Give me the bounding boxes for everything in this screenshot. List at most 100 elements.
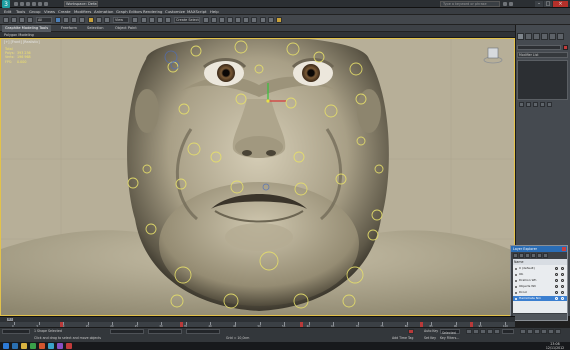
pan-icon[interactable] [541,329,547,334]
animation-key[interactable] [420,322,423,327]
modifier-list-dropdown[interactable]: Modifier List [517,52,568,58]
mirror-button[interactable] [203,17,209,23]
menu-maxscript[interactable]: MAXScript [187,8,207,15]
scale-button[interactable] [104,17,110,23]
menu-create[interactable]: Create [58,8,71,15]
system-clock[interactable]: 23:08 12/11/2012 [542,342,568,350]
new-file-icon[interactable] [14,2,18,6]
minimize-button[interactable]: – [535,1,543,7]
maximize-viewport-icon[interactable] [555,329,561,334]
animation-key[interactable] [470,322,473,327]
new-layer-icon[interactable] [513,253,518,258]
close-button[interactable]: × [553,1,568,7]
layer-row[interactable]: Objects Wh [513,284,567,289]
material-editor-button[interactable] [251,17,257,23]
freeze-icon[interactable] [561,273,564,276]
add-to-layer-icon[interactable] [525,253,530,258]
play-icon[interactable] [480,329,486,334]
viewport-label[interactable]: [+] [Front] [Realistic] [4,40,40,44]
go-to-start-icon[interactable] [466,329,472,334]
auto-key-label[interactable]: Auto Key [424,329,438,333]
layer-explorer-title[interactable]: Layer Explorer [511,246,567,252]
coord-y-field[interactable] [148,329,182,334]
tab-freeform[interactable]: Freeform [58,25,80,32]
link-button[interactable] [19,17,25,23]
select-object-button[interactable] [55,17,61,23]
tab-selection[interactable]: Selection [84,25,107,32]
start-icon[interactable] [3,343,9,349]
search-input[interactable]: Type a keyword or phrase [440,1,500,7]
add-time-tag[interactable]: Add Time Tag [392,336,413,340]
animation-key[interactable] [300,322,303,327]
animation-key[interactable] [60,322,63,327]
maxscript-listener[interactable] [2,329,30,334]
visibility-icon[interactable] [555,273,558,276]
ie-icon[interactable] [12,343,18,349]
3dsmax-taskbar-icon[interactable] [48,343,54,349]
menu-group[interactable]: Group [29,8,41,15]
help-icon[interactable] [509,2,513,6]
previous-frame-icon[interactable] [473,329,479,334]
media-icon[interactable] [30,343,36,349]
rendered-frame-button[interactable] [268,17,274,23]
schematic-view-button[interactable] [243,17,249,23]
menu-edit[interactable]: Edit [4,8,11,15]
save-file-icon[interactable] [26,2,30,6]
app-logo-icon[interactable]: 3 [2,0,10,8]
angle-snap-button[interactable] [149,17,155,23]
menu-help[interactable]: Help [210,8,219,15]
visibility-icon[interactable] [555,267,558,270]
motion-tab-icon[interactable] [541,33,548,40]
layer-row[interactable]: Ob [513,272,567,277]
coord-x-field[interactable] [110,329,144,334]
maximize-button[interactable]: □ [544,1,552,7]
object-name-field[interactable] [517,45,561,50]
menu-animation[interactable]: Animation [94,8,113,15]
next-frame-icon[interactable] [487,329,493,334]
filter-icon[interactable] [537,253,542,258]
select-in-layer-icon[interactable] [531,253,536,258]
animation-key[interactable] [180,322,183,327]
select-by-name-button[interactable] [63,17,69,23]
align-button[interactable] [211,17,217,23]
go-to-end-icon[interactable] [494,329,500,334]
menu-tools[interactable]: Tools [16,8,25,15]
ribbon-toggle-button[interactable] [227,17,233,23]
workspace-selector[interactable]: Workspace: Default [64,1,98,7]
find-icon[interactable] [543,253,548,258]
zoom-extents-icon[interactable] [534,329,540,334]
reference-coord-select[interactable]: View [113,17,129,23]
project-folder-icon[interactable] [44,2,48,6]
set-key-label[interactable]: Set Key [424,336,436,340]
layer-row[interactable]: Drallion Wh [513,278,567,283]
undo-icon[interactable] [32,2,36,6]
menu-views[interactable]: Views [44,8,55,15]
redo-icon[interactable] [38,2,42,6]
curve-editor-button[interactable] [235,17,241,23]
render-setup-button[interactable] [260,17,266,23]
key-mode-select[interactable]: Selected [440,329,460,335]
menu-graph-editors[interactable]: Graph Editors [116,8,142,15]
close-icon[interactable] [562,247,566,251]
set-key-icon[interactable] [408,329,414,334]
redo-button[interactable] [11,17,17,23]
search-icon[interactable] [503,2,507,6]
create-tab-icon[interactable] [517,33,524,40]
freeze-icon[interactable] [561,285,564,288]
pivot-center-button[interactable] [132,17,138,23]
freeze-icon[interactable] [561,291,564,294]
coord-z-field[interactable] [186,329,220,334]
app-icon[interactable] [57,343,63,349]
current-frame-field[interactable] [502,329,514,334]
spinner-snap-button[interactable] [165,17,171,23]
make-unique-icon[interactable] [533,102,538,107]
unlink-button[interactable] [27,17,33,23]
orbit-icon[interactable] [548,329,554,334]
visibility-icon[interactable] [555,279,558,282]
viewcube-icon[interactable] [483,45,503,65]
delete-layer-icon[interactable] [519,253,524,258]
snap-toggle-button[interactable] [141,17,147,23]
freeze-icon[interactable] [561,297,564,300]
zoom-all-icon[interactable] [527,329,533,334]
object-color-swatch[interactable] [563,45,568,50]
